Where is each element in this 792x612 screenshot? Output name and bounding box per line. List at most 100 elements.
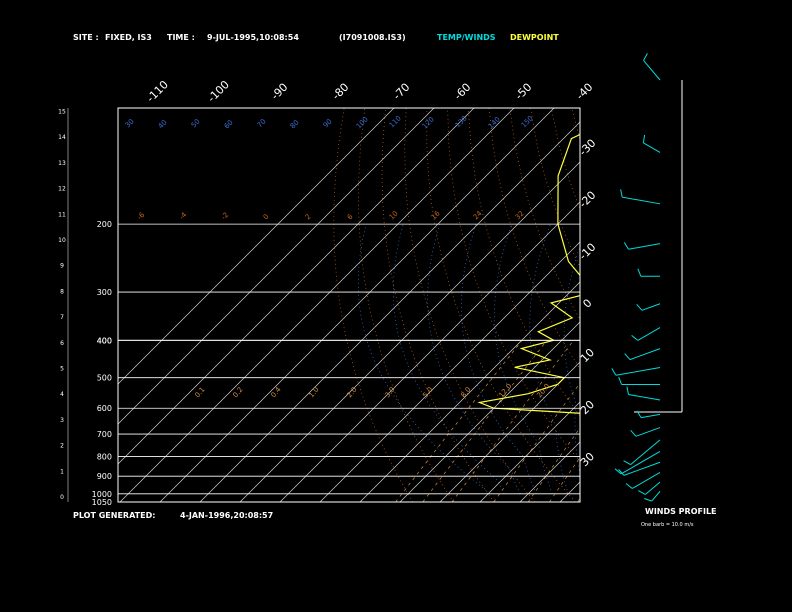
wind-barb bbox=[651, 490, 661, 502]
right-isotherm-label: 30 bbox=[578, 450, 597, 469]
dry-adiabat bbox=[530, 108, 580, 268]
mixing-ratio-label: 5.0 bbox=[421, 386, 434, 400]
isotherm-line bbox=[439, 361, 580, 502]
wind-barb bbox=[630, 439, 661, 465]
wind-barb-flag bbox=[618, 376, 623, 385]
temperature-line bbox=[613, 108, 677, 494]
wind-barb-flag bbox=[642, 134, 646, 143]
wind-barb-flag bbox=[611, 368, 617, 376]
dry-adiabat-label: 140 bbox=[487, 115, 502, 130]
dry-adiabat-label: 90 bbox=[322, 117, 334, 129]
isotherm-line bbox=[279, 201, 580, 502]
dewpoint-line bbox=[477, 133, 580, 414]
wind-barb bbox=[629, 348, 661, 361]
mixing-ratio-line bbox=[451, 340, 574, 502]
pressure-label: 800 bbox=[97, 452, 112, 461]
mixing-ratio-line bbox=[493, 382, 580, 502]
dry-adiabat bbox=[696, 108, 792, 502]
pressure-label: 1050 bbox=[92, 498, 112, 507]
height-label: 10 bbox=[58, 237, 66, 244]
isotherm-line bbox=[118, 108, 435, 425]
dry-adiabat bbox=[358, 108, 454, 502]
dry-adiabat bbox=[593, 108, 792, 502]
wind-barb bbox=[643, 60, 661, 81]
right-isotherm-label: 0 bbox=[580, 296, 594, 310]
wind-barb-flag bbox=[636, 303, 643, 311]
mixing-ratio-line bbox=[662, 340, 762, 502]
moist-adiabat bbox=[613, 224, 663, 494]
right-isotherm-label: 10 bbox=[578, 346, 597, 365]
moist-adiabat bbox=[712, 224, 792, 494]
dry-adiabat bbox=[404, 108, 536, 502]
moist-adiabat bbox=[696, 224, 792, 494]
plot-frame bbox=[117, 107, 581, 503]
dry-adiabat bbox=[655, 108, 792, 502]
height-label: 15 bbox=[58, 109, 66, 116]
dry-adiabat bbox=[467, 108, 580, 417]
mixing-ratio-label: 0.1 bbox=[193, 386, 206, 400]
mixing-ratio-label: 20.0 bbox=[535, 382, 551, 399]
dry-adiabat-label: 150 bbox=[520, 114, 535, 129]
isotherm-line bbox=[479, 401, 580, 502]
isotherm-line bbox=[319, 241, 580, 502]
wind-barb-flag bbox=[637, 268, 642, 277]
top-isotherm-label: -90 bbox=[269, 81, 291, 103]
isotherm-line bbox=[720, 108, 792, 502]
top-isotherm-label: -110 bbox=[144, 78, 171, 105]
dry-adiabat-label: 50 bbox=[190, 117, 202, 129]
top-isotherm-label: -80 bbox=[330, 81, 352, 103]
dry-adiabat bbox=[738, 108, 792, 502]
moist-adiabat-label: 10 bbox=[388, 209, 400, 221]
moist-adiabat bbox=[648, 224, 738, 494]
top-isotherm-label: -50 bbox=[513, 81, 535, 103]
wind-barb-flag bbox=[623, 460, 631, 466]
isotherm-line bbox=[239, 161, 580, 502]
mixing-ratio-label: 2.0 bbox=[345, 386, 358, 400]
dry-adiabat-label: 130 bbox=[454, 114, 469, 129]
dry-adiabat bbox=[717, 108, 792, 502]
wind-barb bbox=[628, 393, 661, 401]
dry-adiabat-label: 70 bbox=[256, 117, 268, 129]
mixing-ratio-line bbox=[549, 456, 580, 502]
moist-adiabat-label: 0 bbox=[262, 213, 271, 222]
mixing-ratio-label: 8.0 bbox=[459, 386, 472, 400]
wind-barb bbox=[641, 303, 661, 311]
height-label: 11 bbox=[58, 211, 66, 218]
right-isotherm-label: 20 bbox=[578, 398, 597, 417]
moist-adiabat bbox=[680, 224, 792, 494]
wind-barb-flag bbox=[643, 53, 648, 61]
height-label: 12 bbox=[58, 186, 66, 193]
height-label: 5 bbox=[60, 366, 64, 373]
height-label: 9 bbox=[60, 263, 64, 270]
wind-barb-flag bbox=[626, 386, 629, 395]
pressure-label: 600 bbox=[97, 404, 112, 413]
dry-adiabat-label: 60 bbox=[223, 118, 235, 130]
dry-adiabat bbox=[613, 108, 792, 502]
height-label: 7 bbox=[60, 314, 64, 321]
moist-adiabat-label: -6 bbox=[136, 210, 147, 221]
dry-adiabat bbox=[758, 108, 792, 502]
isotherm-line bbox=[199, 121, 580, 502]
wind-barb-flag bbox=[638, 490, 646, 495]
pressure-label: 400 bbox=[97, 336, 112, 345]
moist-adiabat bbox=[594, 224, 626, 494]
dry-adiabat-label: 120 bbox=[421, 115, 436, 130]
mixing-ratio-label: 1.0 bbox=[307, 386, 320, 400]
mixing-ratio-label: 0.4 bbox=[269, 385, 283, 399]
isotherm-line bbox=[680, 108, 792, 502]
pressure-label: 900 bbox=[97, 472, 112, 481]
isotherm-line bbox=[600, 108, 792, 502]
mixing-ratio-line bbox=[605, 340, 712, 502]
isotherm-line bbox=[640, 108, 792, 502]
height-label: 3 bbox=[60, 417, 64, 424]
dry-adiabat-label: 100 bbox=[355, 115, 370, 130]
pressure-label: 300 bbox=[97, 288, 112, 297]
height-label: 6 bbox=[60, 340, 64, 347]
top-isotherm-label: -60 bbox=[452, 81, 474, 103]
moist-adiabat-label: 6 bbox=[346, 212, 355, 221]
mixing-ratio-line bbox=[395, 340, 523, 502]
pressure-label: 200 bbox=[97, 220, 112, 229]
height-label: 1 bbox=[60, 468, 64, 475]
moist-adiabat bbox=[631, 224, 699, 494]
wind-barb bbox=[628, 243, 661, 250]
